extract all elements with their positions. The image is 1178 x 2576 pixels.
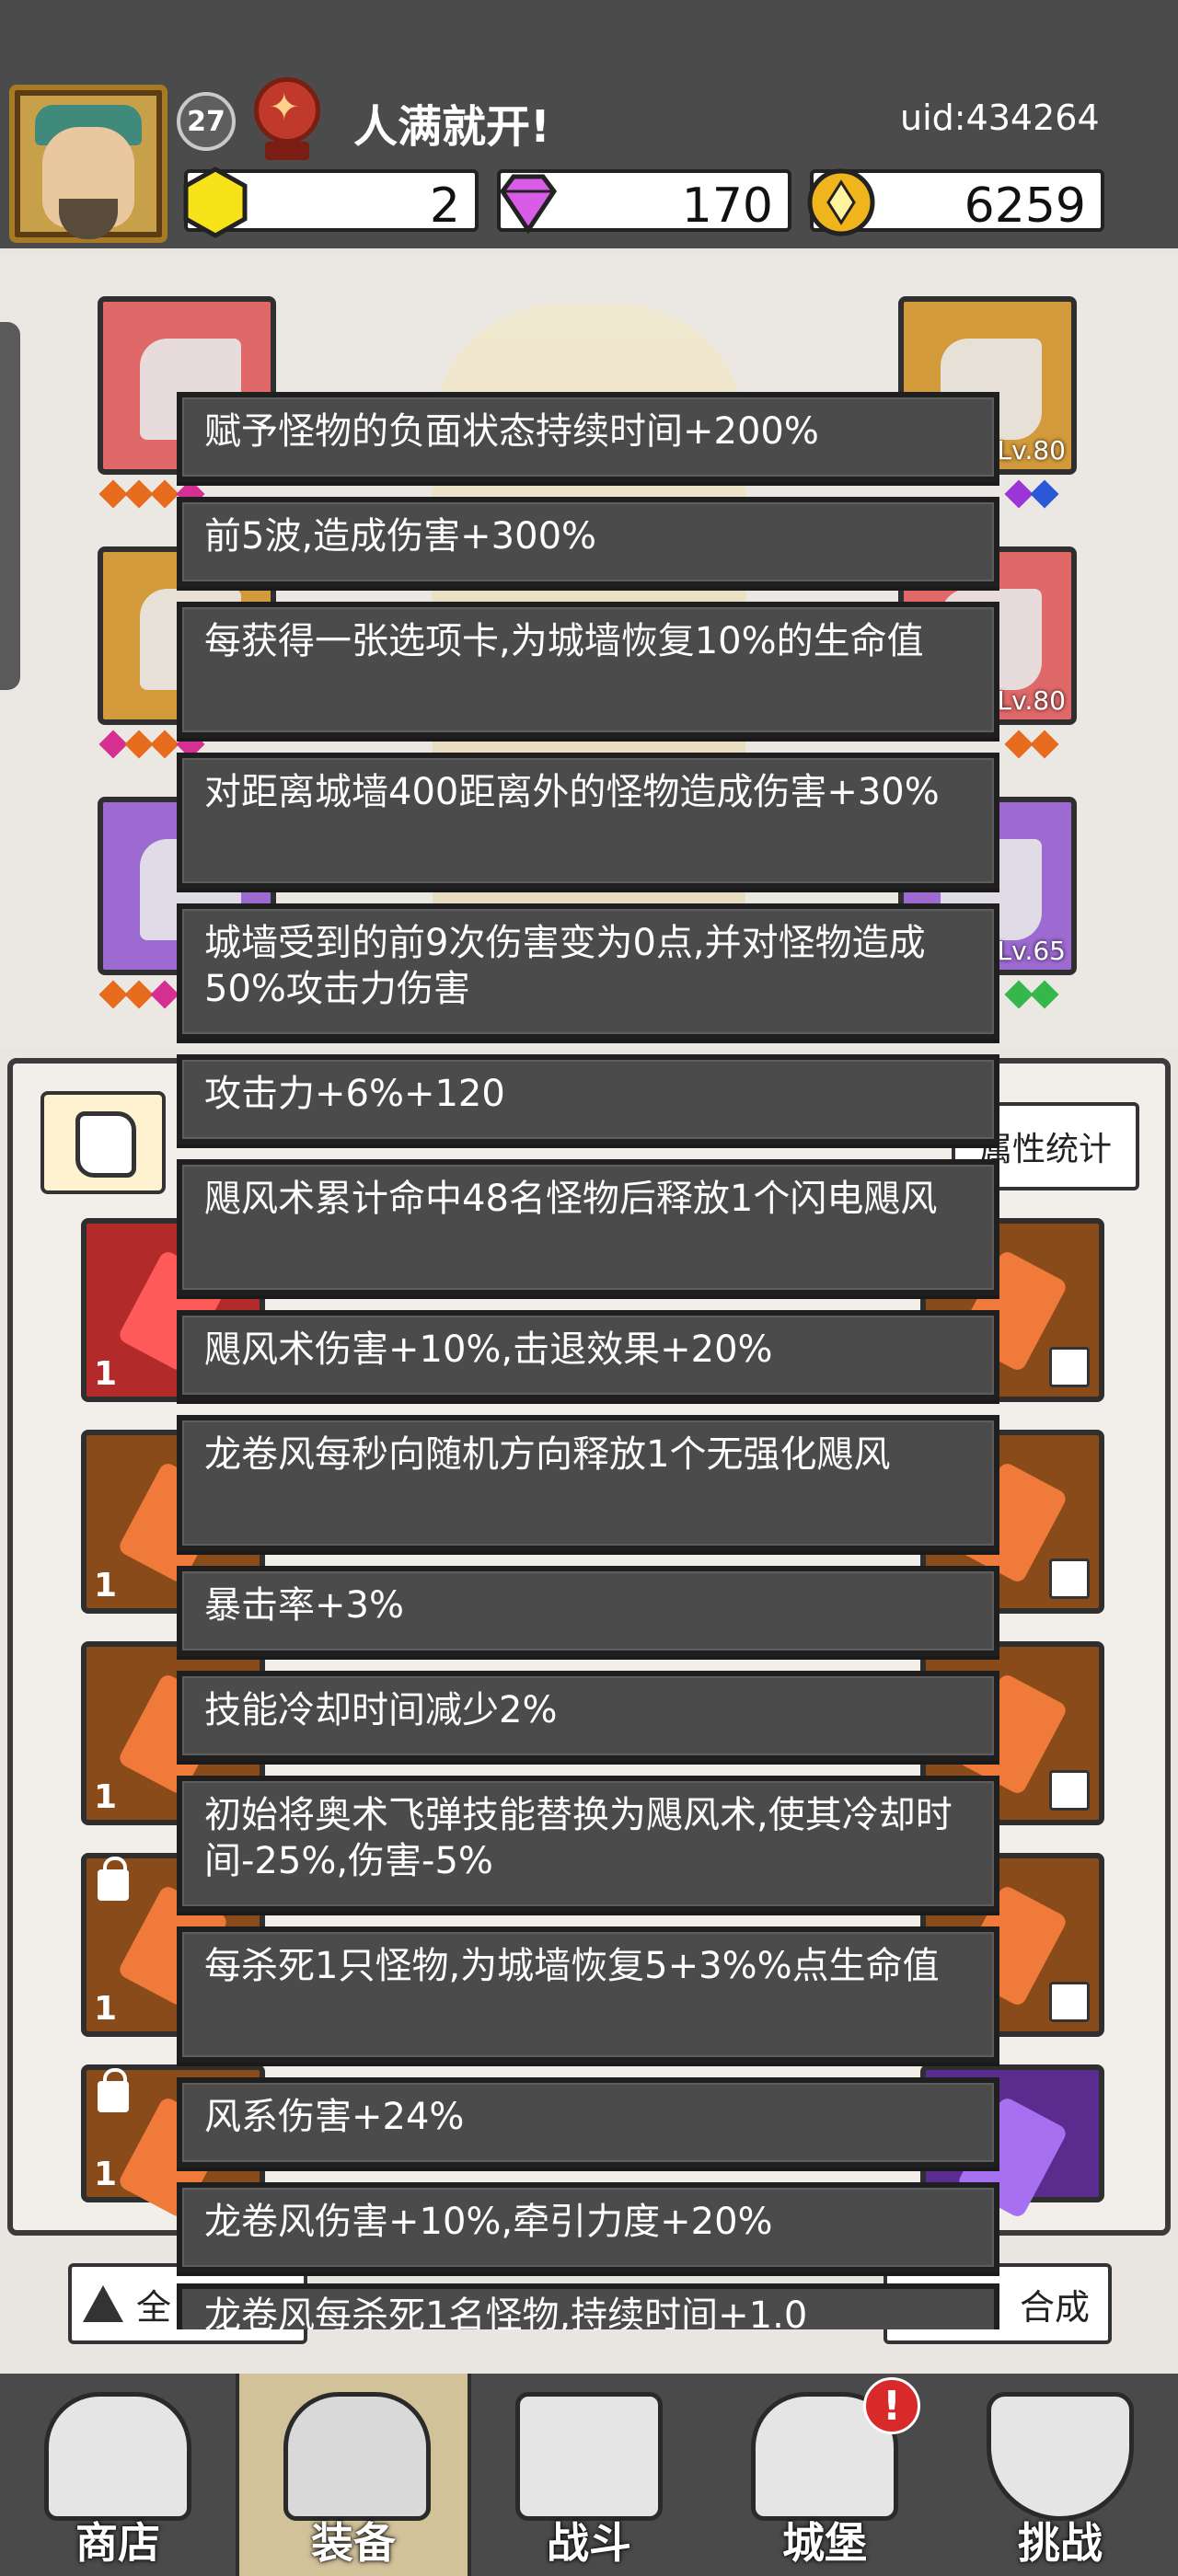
purple-diamond-icon — [499, 174, 558, 235]
side-drawer-tab[interactable] — [0, 322, 20, 690]
nav-challenge-label: 挑战 — [1018, 2518, 1103, 2568]
tooltip-line: 赋予怪物的负面状态持续时间+200% — [177, 392, 999, 482]
nav-castle[interactable]: ! 城堡 — [707, 2374, 942, 2576]
tooltip-line: 城墙受到的前9次伤害变为0点,并对怪物造成50%攻击力伤害 — [177, 903, 999, 1040]
tooltip-line: 每获得一张选项卡,为城墙恢复10%的生命值 — [177, 602, 999, 738]
item-count: 1 — [94, 1778, 118, 1816]
yellow-gem-icon — [183, 167, 248, 238]
player-name: 人满就开! — [353, 101, 550, 153]
tooltip-line: 龙卷风每秒向随机方向释放1个无强化飓风 — [177, 1415, 999, 1551]
tooltip-line: 飓风术伤害+10%,击退效果+20% — [177, 1310, 999, 1400]
avatar-beard — [59, 199, 118, 239]
tooltip-line: 技能冷却时间减少2% — [177, 1671, 999, 1761]
tooltip-line: 暴击率+3% — [177, 1566, 999, 1656]
currency-gold-value: 6259 — [964, 178, 1086, 234]
notification-badge: ! — [863, 2377, 920, 2434]
bottom-nav: 商店 装备 战斗 ! 城堡 挑战 — [0, 2374, 1178, 2576]
boots-type-icon — [1049, 1558, 1090, 1599]
currency-gem-value: 2 — [429, 178, 460, 234]
player-uid: uid:434264 — [900, 98, 1100, 138]
currency-gem[interactable]: 2 — [183, 167, 479, 238]
currency-diamond[interactable]: 170 — [497, 169, 791, 235]
lock-icon — [98, 2068, 129, 2112]
tooltip-line: 攻击力+6%+120 — [177, 1054, 999, 1144]
slot-level: Lv.80 — [997, 435, 1066, 466]
rune-dots-right-2 — [1004, 730, 1059, 762]
helmet-type-icon — [1049, 1982, 1090, 2022]
tooltip-line-partial: 龙卷风每杀死1名怪物,持续时间+1.0 — [177, 2283, 999, 2329]
item-count: 1 — [94, 2156, 118, 2193]
currency-gold[interactable]: 6259 — [807, 168, 1104, 236]
tooltip-line: 初始将奥术飞弹技能替换为飓风术,使其冷却时间-25%,伤害-5% — [177, 1776, 999, 1912]
nav-equipment-label: 装备 — [311, 2518, 396, 2568]
gem-outline-icon — [75, 1111, 136, 1178]
crossed-swords-icon — [515, 2392, 663, 2521]
shop-icon — [44, 2392, 191, 2521]
player-level-badge: 27 — [177, 92, 236, 151]
gold-coin-icon — [807, 168, 875, 236]
bag-filter-button[interactable] — [40, 1091, 166, 1194]
currency-diamond-value: 170 — [681, 178, 773, 234]
triangle-up-icon — [83, 2285, 123, 2322]
nav-equipment[interactable]: 装备 — [236, 2374, 471, 2576]
nav-battle-label: 战斗 — [547, 2518, 631, 2568]
lock-icon — [98, 1857, 129, 1901]
nav-shop[interactable]: 商店 — [0, 2374, 236, 2576]
player-avatar[interactable] — [9, 85, 167, 243]
nav-castle-label: 城堡 — [782, 2518, 867, 2568]
rune-dots-right-3 — [1004, 980, 1059, 1012]
tooltip-line: 龙卷风伤害+10%,牵引力度+20% — [177, 2182, 999, 2272]
tooltip-line: 飓风术累计命中48名怪物后释放1个闪电飓风 — [177, 1159, 999, 1295]
ring-type-icon — [1049, 1347, 1090, 1387]
necklace-type-icon — [1049, 1770, 1090, 1811]
nav-challenge[interactable]: 挑战 — [942, 2374, 1178, 2576]
slot-level: Lv.80 — [997, 685, 1066, 716]
item-count: 1 — [94, 1567, 118, 1604]
nav-battle[interactable]: 战斗 — [471, 2374, 707, 2576]
tooltip-line: 对距离城墙400距离外的怪物造成伤害+30% — [177, 753, 999, 889]
rune-dots-left-3 — [98, 980, 179, 1012]
nav-shop-label: 商店 — [75, 2518, 160, 2568]
backpack-icon — [283, 2392, 431, 2521]
item-count: 1 — [94, 1355, 118, 1393]
shield-icon — [987, 2392, 1134, 2521]
tooltip-line: 前5波,造成伤害+300% — [177, 497, 999, 587]
slot-level: Lv.65 — [997, 936, 1066, 966]
rune-dots-right-1 — [1004, 479, 1059, 512]
item-count: 1 — [94, 1990, 118, 2028]
tooltip-line: 风系伤害+24% — [177, 2077, 999, 2168]
top-bar: 27 ✦ 人满就开! uid:434264 2 170 6259 — [0, 0, 1178, 248]
tooltip-line: 每杀死1只怪物,为城墙恢复5+3%%点生命值 — [177, 1926, 999, 2063]
merge-label: 合成 — [1019, 2286, 1090, 2328]
select-all-label: 全 — [136, 2286, 172, 2328]
rank-medal-icon[interactable]: ✦ — [248, 77, 326, 166]
